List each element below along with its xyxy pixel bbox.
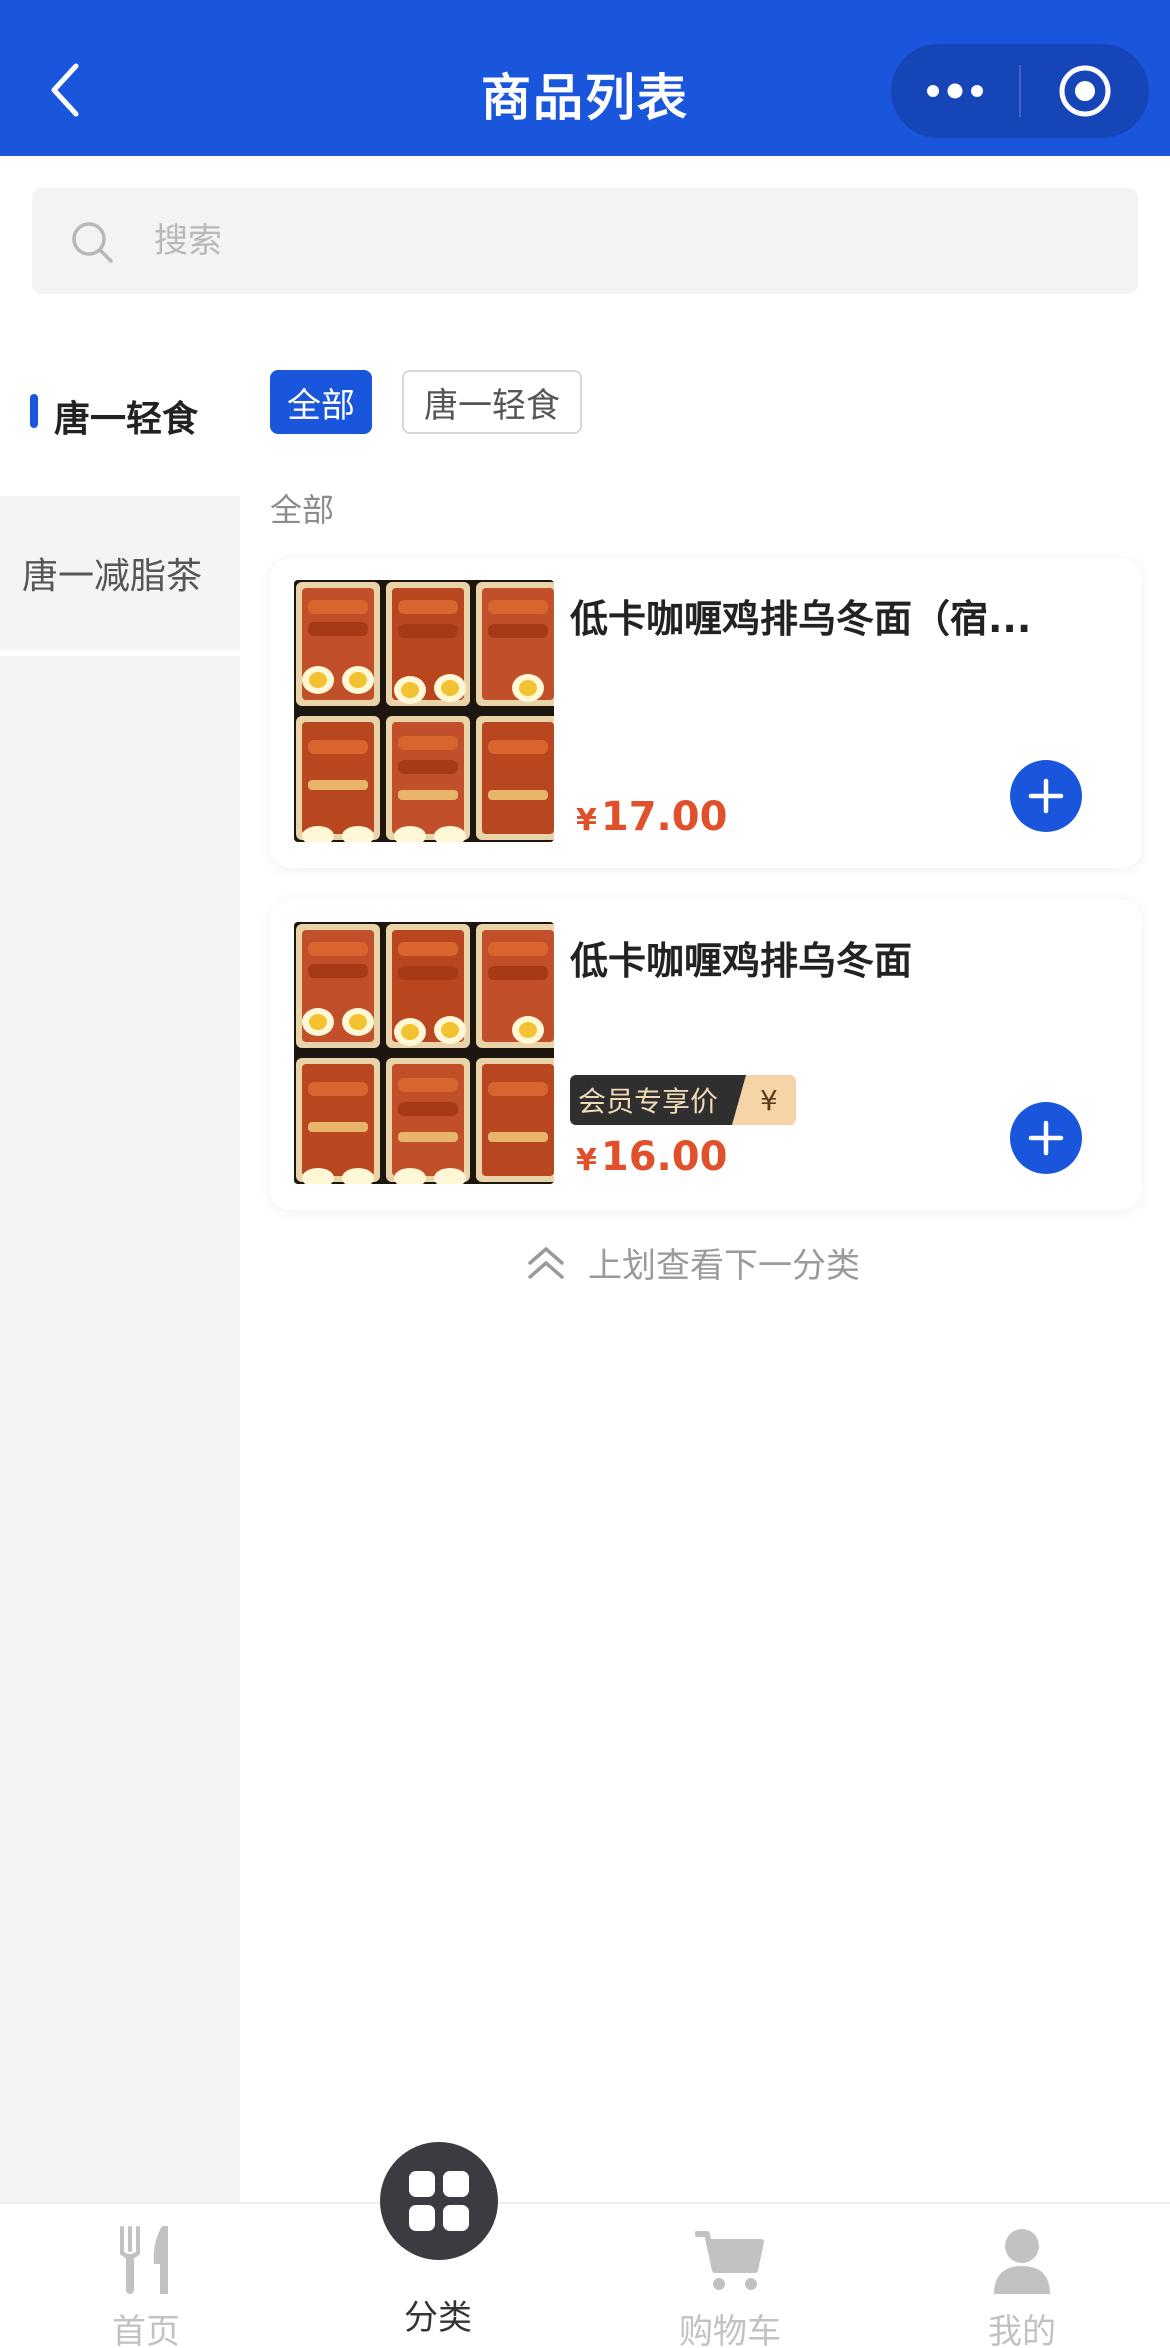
filter-chip-light-food[interactable]: 唐一轻食	[402, 370, 582, 434]
product-image	[294, 922, 554, 1184]
active-indicator	[30, 394, 38, 428]
more-dots-icon	[927, 83, 983, 99]
tab-label: 购物车	[679, 2312, 781, 2348]
sidebar-item-tangyi-light-food[interactable]: 唐一轻食	[0, 336, 240, 496]
user-icon	[994, 2229, 1050, 2294]
tab-cart[interactable]: 购物车	[584, 2204, 876, 2348]
product-name: 低卡咖喱鸡排乌冬面	[570, 939, 913, 983]
target-icon	[1059, 65, 1111, 117]
search-icon	[72, 222, 113, 263]
more-button[interactable]	[891, 44, 1019, 138]
tab-label: 我的	[988, 2312, 1056, 2348]
tab-home[interactable]: 首页	[0, 2204, 292, 2348]
double-chevron-up-icon	[528, 1246, 564, 1279]
mini-program-capsule	[891, 44, 1149, 138]
swipe-up-hint: 上划查看下一分类	[526, 1238, 860, 1287]
price-value: 17.00	[600, 794, 728, 840]
search-input[interactable]	[154, 212, 1054, 270]
nav-header: 商品列表	[0, 0, 1170, 156]
section-label: 全部	[270, 491, 335, 529]
plus-icon	[1028, 778, 1064, 814]
swipe-hint-text: 上划查看下一分类	[588, 1246, 860, 1286]
plus-icon	[1028, 1120, 1064, 1156]
add-to-cart-button[interactable]	[1010, 1102, 1082, 1174]
product-card[interactable]: 低卡咖喱鸡排乌冬面（宿... ¥17.00	[270, 558, 1142, 868]
category-sidebar: 唐一轻食 唐一减脂茶	[0, 336, 240, 2202]
member-price-label: 会员专享价	[570, 1075, 747, 1125]
page: 商品列表 搜索 唐一轻食 唐一减脂茶 全部 唐一轻食 全部 低卡咖喱鸡排乌冬面（…	[0, 0, 1170, 2348]
tab-profile[interactable]: 我的	[876, 2204, 1168, 2348]
cart-icon	[695, 2231, 764, 2290]
close-miniprogram-button[interactable]	[1021, 44, 1149, 138]
search-bar[interactable]	[32, 188, 1138, 294]
sidebar-item-tangyi-slimming-tea[interactable]: 唐一减脂茶	[0, 496, 240, 656]
tab-label: 分类	[404, 2298, 472, 2338]
add-to-cart-button[interactable]	[1010, 760, 1082, 832]
filter-chip-all[interactable]: 全部	[270, 370, 372, 434]
price-value: 16.00	[600, 1134, 728, 1180]
product-card[interactable]: 低卡咖喱鸡排乌冬面 会员专享价 ¥ ¥16.00	[270, 900, 1142, 1210]
currency-symbol: ¥	[576, 803, 597, 838]
product-price: ¥16.00	[576, 1134, 727, 1180]
member-price-tag: 会员专享价 ¥	[570, 1075, 796, 1125]
bottom-tab-bar: 首页 分类 购物车 我的	[0, 2202, 1170, 2348]
category-tab-button[interactable]	[380, 2142, 498, 2260]
currency-symbol: ¥	[576, 1143, 597, 1178]
food-photo	[294, 922, 554, 1184]
product-name: 低卡咖喱鸡排乌冬面（宿...	[570, 597, 1032, 641]
sidebar-item-label: 唐一减脂茶	[22, 556, 203, 597]
product-image	[294, 580, 554, 842]
sidebar-item-label: 唐一轻食	[54, 399, 199, 440]
product-price: ¥17.00	[576, 794, 727, 840]
food-photo	[294, 580, 554, 842]
tab-label: 首页	[112, 2312, 180, 2348]
grid-icon	[409, 2171, 469, 2231]
fork-knife-icon	[120, 2226, 168, 2294]
